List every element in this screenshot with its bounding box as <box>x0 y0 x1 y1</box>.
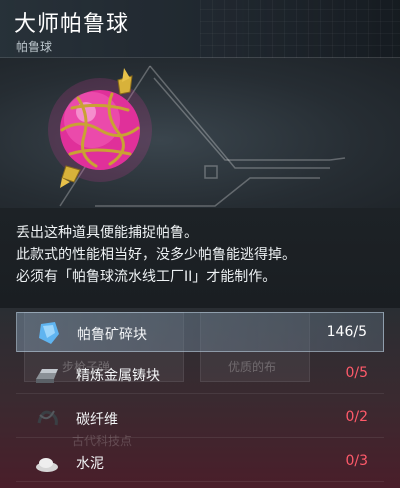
description-line: 此款式的性能相当好，没多少帕鲁能逃得掉。 <box>16 247 296 263</box>
description-line: 必须有「帕鲁球流水线工厂II」才能制作。 <box>16 269 277 285</box>
material-name: 水泥 <box>76 456 104 472</box>
material-name: 碳纤维 <box>76 412 118 428</box>
material-count: 0/2 <box>345 409 368 425</box>
header-grid-decoration <box>200 0 400 58</box>
material-count: 146/5 <box>326 324 367 340</box>
cement-icon <box>36 458 58 472</box>
material-row: 碳纤维 0/2 <box>16 398 384 438</box>
item-title: 大师帕鲁球 <box>14 12 130 37</box>
material-count: 0/3 <box>345 453 368 469</box>
material-name: 精炼金属铸块 <box>76 368 160 384</box>
material-name: 帕鲁矿碎块 <box>77 327 147 343</box>
item-header: 大师帕鲁球 帕鲁球 <box>0 0 400 58</box>
material-row: 精炼金属铸块 0/5 <box>16 354 384 394</box>
item-preview <box>0 58 400 208</box>
materials-panel: 步枪子弹 优质的布 古代科技点 帕鲁矿碎块 146/5 精炼金属铸块 0/5 碳… <box>0 308 400 488</box>
item-preview-art <box>48 65 346 207</box>
item-description: 丢出这种道具便能捕捉帕鲁。 此款式的性能相当好，没多少帕鲁能逃得掉。 必须有「帕… <box>0 208 400 308</box>
item-category: 帕鲁球 <box>16 40 53 54</box>
material-row: 帕鲁矿碎块 146/5 <box>16 312 384 352</box>
description-line: 丢出这种道具便能捕捉帕鲁。 <box>16 225 198 241</box>
material-row: 水泥 0/3 <box>16 442 384 482</box>
carbon-fiber-icon <box>37 410 58 426</box>
refined-ingot-icon <box>36 369 58 383</box>
pal-ore-fragment-icon <box>39 322 59 344</box>
material-count: 0/5 <box>345 365 368 381</box>
